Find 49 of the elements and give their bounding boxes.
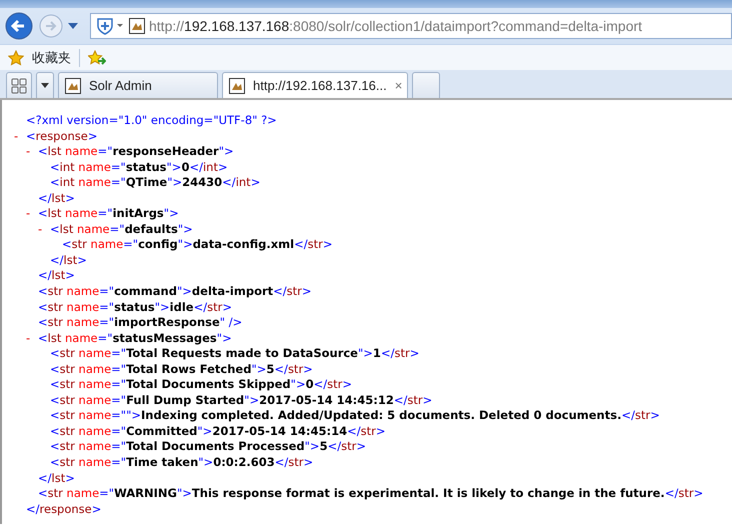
xml-declaration: <?xml version="1.0" encoding="UTF-8" ?> <box>26 113 277 127</box>
xml-close-tag: </lst> <box>38 190 75 205</box>
dropdown-icon[interactable] <box>68 22 78 30</box>
favorites-button[interactable]: 收藏夹 <box>32 48 71 68</box>
address-bar[interactable]: http://192.168.137.168:8080/solr/collection1/dataimport?command=delta-import <box>90 13 732 39</box>
xml-open-tag: <response> <box>26 128 98 143</box>
collapse-toggle[interactable]: - <box>26 144 30 160</box>
star-icon <box>8 50 24 66</box>
xml-open-tag: <lst name="initArgs"> <box>38 206 179 220</box>
close-tab-button[interactable]: × <box>394 76 402 96</box>
page-icon <box>229 78 245 94</box>
xml-element-line: <str name="Committed">2017-05-14 14:45:14</str> <box>50 424 386 438</box>
xml-element-line: <str name="Total Rows Fetched">5</str> <box>50 362 313 376</box>
caret-icon <box>41 83 49 88</box>
xml-open-tag: <lst name="defaults"> <box>50 222 193 236</box>
add-favorite-icon[interactable] <box>88 50 106 66</box>
browser-tab[interactable]: Solr Admin <box>58 72 218 98</box>
xml-element-line: <str name="Time taken">0:0:2.603</str> <box>50 455 314 470</box>
xml-open-tag: <lst name="responseHeader"> <box>38 144 234 158</box>
xml-close-tag: </lst> <box>38 470 75 485</box>
xml-close-tag: </lst> <box>50 252 87 267</box>
xml-element-line: <str name="importResponse" /> <box>38 315 242 330</box>
xml-element-line: <str name="status">idle</str> <box>38 300 232 314</box>
url-text[interactable]: http://192.168.137.168:8080/solr/collection1/dataimport?command=delta-import <box>149 16 642 36</box>
grid-icon <box>11 78 27 94</box>
page-icon <box>65 78 81 94</box>
xml-element-line: <str name="WARNING">This response format is experimental. It is likely to change in the future.</str> <box>38 486 704 500</box>
xml-element-line: <str name="Total Documents Skipped">0</str> <box>50 377 352 392</box>
xml-element-line: <str name="">Indexing completed. Added/Updated: 5 documents. Deleted 0 documents.</str> <box>50 408 660 422</box>
xml-element-line: <str name="Full Dump Started">2017-05-14 14:45:12</str> <box>50 392 432 407</box>
collapse-toggle[interactable]: - <box>26 206 30 222</box>
xml-close-tag: </lst> <box>38 268 75 282</box>
xml-element-line: <str name="Total Documents Processed">5</str> <box>50 439 366 454</box>
collapse-toggle[interactable]: - <box>26 330 30 346</box>
tab-list-button[interactable] <box>36 72 54 98</box>
xml-element-line: <str name="Total Requests made to DataSource">1</str> <box>50 346 420 360</box>
browser-tab[interactable]: http://192.168.137.16... × <box>222 72 408 98</box>
xml-element-line: <str name="command">delta-import</str> <box>38 284 312 298</box>
xml-element-line: <int name="status">0</int> <box>50 160 228 174</box>
xml-element-line: <str name="config">data-config.xml</str> <box>62 237 332 252</box>
xml-element-line: <int name="QTime">24430</int> <box>50 175 260 190</box>
back-button[interactable] <box>4 11 34 41</box>
collapse-toggle[interactable]: - <box>14 128 18 144</box>
xml-close-tag: </response> <box>26 502 102 516</box>
xml-open-tag: <lst name="statusMessages"> <box>38 330 232 345</box>
page-icon <box>129 18 145 34</box>
collapse-toggle[interactable]: - <box>38 222 42 238</box>
quick-tabs-button[interactable] <box>6 72 32 98</box>
shield-icon[interactable] <box>95 16 125 36</box>
